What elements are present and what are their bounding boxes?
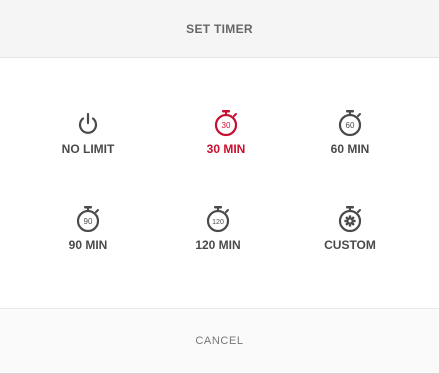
svg-text:120: 120: [212, 219, 224, 226]
stopwatch-icon: 60: [338, 110, 362, 137]
stopwatch-icon: 90: [76, 206, 100, 233]
option-label: CUSTOM: [324, 238, 376, 252]
dialog-footer: CANCEL: [0, 308, 439, 373]
dialog-title: SET TIMER: [186, 21, 253, 36]
option-90-min[interactable]: 90 90 MIN: [28, 204, 148, 252]
option-label: 60 MIN: [330, 142, 370, 156]
svg-text:60: 60: [346, 121, 355, 130]
option-label: 120 MIN: [195, 238, 241, 252]
option-no-limit[interactable]: NO LIMIT: [28, 108, 148, 156]
svg-text:90: 90: [84, 217, 93, 226]
option-label: NO LIMIT: [61, 142, 115, 156]
option-30-min[interactable]: 30 30 MIN: [166, 108, 286, 156]
option-label: 90 MIN: [68, 238, 108, 252]
set-timer-dialog: SET TIMER NO LIMIT 30 30 MIN 60 60 MIN 9…: [0, 0, 440, 374]
option-label: 30 MIN: [206, 142, 246, 156]
option-custom[interactable]: CUSTOM: [290, 204, 410, 252]
gear-stopwatch-icon: [338, 206, 362, 233]
cancel-button[interactable]: CANCEL: [195, 335, 243, 347]
stopwatch-icon: 30: [214, 110, 238, 137]
dialog-header: SET TIMER: [0, 0, 439, 58]
option-60-min[interactable]: 60 60 MIN: [290, 108, 410, 156]
svg-text:30: 30: [222, 121, 231, 130]
stopwatch-icon: 120: [206, 206, 230, 233]
power-icon: [78, 112, 98, 134]
option-120-min[interactable]: 120 120 MIN: [158, 204, 278, 252]
